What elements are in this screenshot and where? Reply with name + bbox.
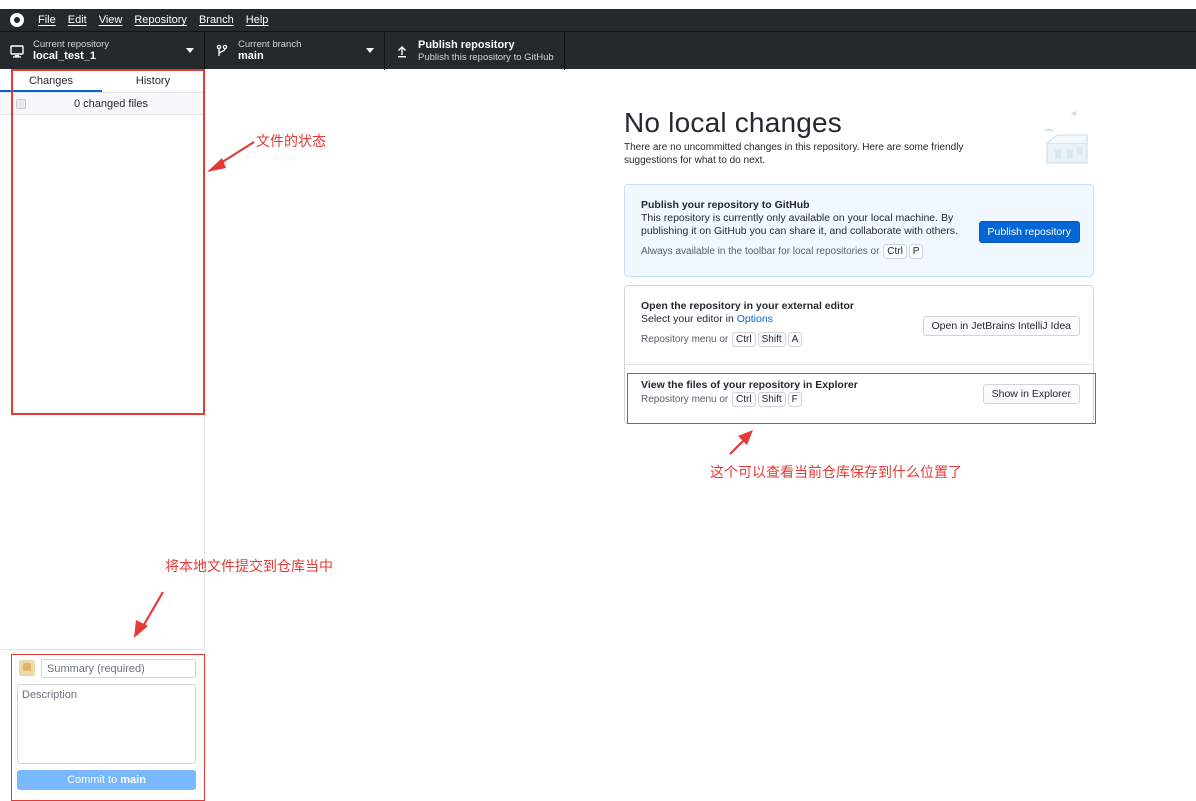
- publish-note-text: Always available in the toolbar for loca…: [641, 246, 880, 257]
- menu-view[interactable]: View: [99, 14, 123, 26]
- menu-branch[interactable]: Branch: [199, 14, 234, 26]
- current-branch-label: Current branch: [238, 39, 302, 50]
- kbd-ctrl: Ctrl: [883, 244, 907, 259]
- publish-card-note: Always available in the toolbar for loca…: [641, 244, 1077, 259]
- chevron-down-icon: [366, 48, 374, 53]
- page-subtitle: There are no uncommitted changes in this…: [624, 142, 964, 166]
- menu-help[interactable]: Help: [246, 14, 269, 26]
- file-status-highlight-box: [11, 69, 205, 415]
- computer-icon: [10, 44, 24, 58]
- open-editor-desc-text: Select your editor in: [641, 313, 737, 325]
- empty-state-illustration-icon: [1044, 111, 1088, 164]
- kbd-p: P: [908, 244, 924, 259]
- menu-edit[interactable]: Edit: [68, 14, 87, 26]
- commit-annotation: 将本地文件提交到仓库当中: [165, 559, 333, 575]
- main-content: No local changes There are no uncommitte…: [205, 69, 1196, 801]
- page-title: No local changes: [624, 107, 842, 138]
- commit-highlight-box: [11, 654, 205, 801]
- menu-repository[interactable]: Repository: [134, 14, 187, 26]
- explorer-annotation: 这个可以查看当前仓库保存到什么位置了: [710, 465, 962, 481]
- publish-repository-button[interactable]: Publish repository: [978, 221, 1080, 243]
- publish-card-description: This repository is currently only availa…: [641, 212, 958, 237]
- current-branch-name: main: [238, 50, 264, 62]
- options-link[interactable]: Options: [737, 313, 773, 325]
- current-repository-name: local_test_1: [33, 50, 96, 62]
- upload-icon: [395, 44, 409, 58]
- explorer-highlight-box: [627, 373, 1096, 424]
- current-repository-label: Current repository: [33, 39, 110, 50]
- arrow-icon: [134, 591, 164, 638]
- kbd-ctrl: Ctrl: [732, 332, 756, 347]
- publish-repository-toolbar-button[interactable]: Publish repository Publish this reposito…: [385, 32, 565, 70]
- open-editor-note-text: Repository menu or: [641, 334, 729, 345]
- publish-card-title: Publish your repository to GitHub: [641, 199, 810, 211]
- publish-toolbar-subtitle: Publish this repository to GitHub: [418, 52, 554, 63]
- open-in-editor-button[interactable]: Open in JetBrains IntelliJ Idea: [922, 316, 1080, 336]
- kbd-shift: Shift: [757, 332, 786, 347]
- publish-toolbar-title: Publish repository: [418, 39, 515, 51]
- current-branch-button[interactable]: Current branch main: [205, 32, 385, 70]
- publish-card: Publish your repository to GitHub This r…: [624, 184, 1094, 277]
- file-status-annotation: 文件的状态: [256, 134, 326, 150]
- arrow-icon: [729, 430, 753, 455]
- menu-file[interactable]: File: [38, 14, 56, 26]
- menubar: File Edit View Repository Branch Help: [0, 9, 1196, 31]
- open-editor-description: Select your editor in Options: [641, 313, 961, 326]
- kbd-a: A: [787, 332, 803, 347]
- toolbar: Current repository local_test_1 Current …: [0, 31, 1196, 70]
- current-repository-button[interactable]: Current repository local_test_1: [0, 32, 205, 70]
- chevron-down-icon: [186, 48, 194, 53]
- github-logo-icon: [10, 13, 24, 27]
- branch-icon: [215, 44, 229, 58]
- open-editor-section: Open the repository in your external edi…: [625, 286, 1093, 364]
- arrow-icon: [207, 141, 255, 172]
- open-editor-title: Open the repository in your external edi…: [641, 300, 854, 312]
